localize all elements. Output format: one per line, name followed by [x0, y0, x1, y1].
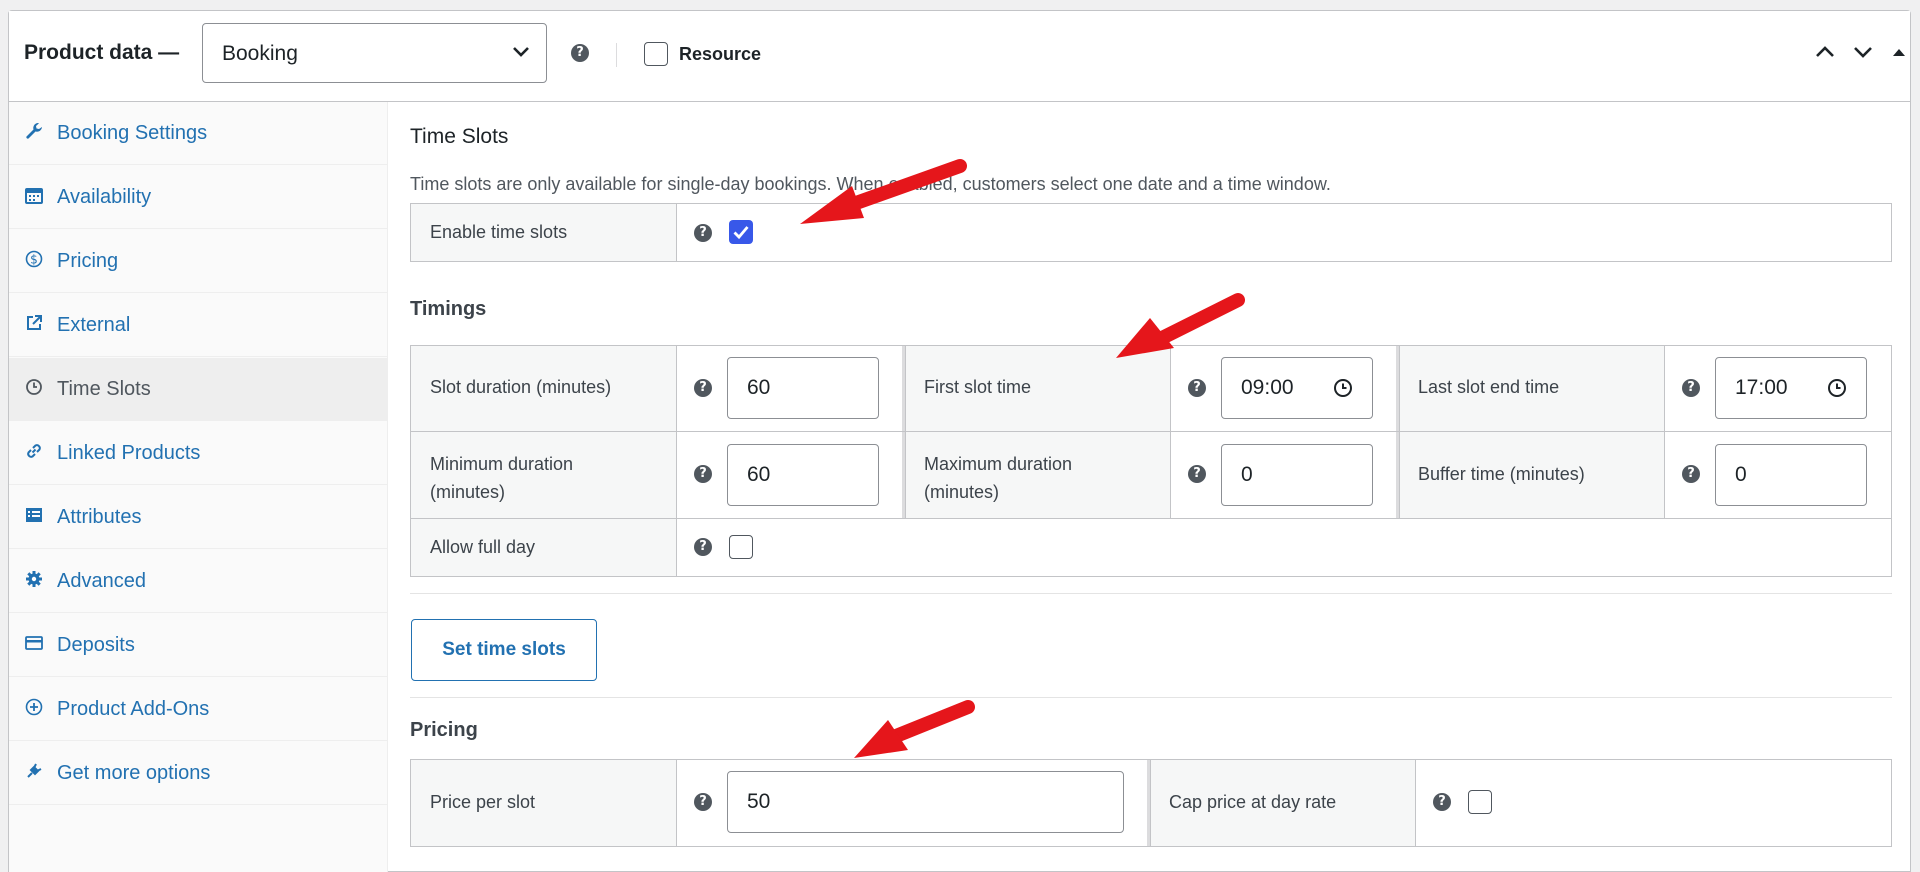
tab-label: Time Slots: [57, 378, 151, 400]
timings-heading: Timings: [410, 298, 487, 320]
minimum-duration-input[interactable]: 60: [727, 444, 879, 506]
move-down-icon[interactable]: [1852, 41, 1874, 63]
last-slot-end-time-input[interactable]: 17:00: [1715, 357, 1867, 419]
tab-label: Get more options: [57, 762, 211, 784]
tab-linked-products[interactable]: Linked Products: [9, 422, 387, 485]
tab-booking-settings[interactable]: Booking Settings: [9, 102, 387, 165]
slot-duration-input[interactable]: 60: [727, 357, 879, 419]
tab-label: Pricing: [57, 250, 119, 272]
calendar-icon: [25, 188, 43, 204]
divider: [410, 697, 1892, 698]
price-per-slot-input[interactable]: 50: [727, 771, 1124, 833]
help-icon[interactable]: ?: [1433, 793, 1451, 811]
tab-product-add-ons[interactable]: Product Add-Ons: [9, 678, 387, 741]
enable-time-slots-row: Enable time slots ?: [410, 203, 1892, 262]
allow-full-day-checkbox[interactable]: [729, 535, 753, 559]
help-icon[interactable]: ?: [694, 465, 712, 483]
last-slot-end-time-label: Last slot end time: [1418, 377, 1560, 397]
annotation-arrow-icon: [800, 159, 967, 224]
tab-label: Product Add-Ons: [57, 698, 210, 720]
external-link-icon: [27, 315, 42, 330]
maximum-duration-label: Maximum duration (minutes): [924, 454, 1073, 502]
plus-circle-icon: [25, 698, 43, 716]
product-data-header: Product data — Booking ? Resource: [9, 11, 1910, 102]
tab-label: Deposits: [57, 634, 135, 656]
link-icon: [27, 444, 41, 458]
annotation-arrow-icon: [854, 700, 975, 758]
minimum-duration-label: Minimum duration (minutes): [430, 454, 574, 502]
help-icon[interactable]: ?: [694, 538, 712, 556]
wrench-icon: [26, 123, 42, 139]
tab-availability[interactable]: Availability: [9, 166, 387, 229]
move-up-icon[interactable]: [1814, 41, 1836, 63]
tab-label: Linked Products: [57, 442, 201, 464]
tab-get-more-options[interactable]: Get more options: [9, 742, 387, 805]
tab-deposits[interactable]: Deposits: [9, 614, 387, 677]
buffer-time-label: Buffer time (minutes): [1418, 464, 1585, 484]
cap-price-label: Cap price at day rate: [1169, 792, 1337, 812]
product-type-select[interactable]: Booking: [202, 23, 547, 83]
chevron-down-icon: [513, 47, 529, 57]
slot-duration-label: Slot duration (minutes): [430, 377, 612, 397]
help-icon[interactable]: ?: [1682, 379, 1700, 397]
pricing-grid: Price per slot ? 50 Cap price at day rat…: [410, 759, 1892, 847]
enable-time-slots-checkbox[interactable]: [729, 220, 753, 244]
help-icon[interactable]: ?: [1188, 379, 1206, 397]
tab-external[interactable]: External: [9, 294, 387, 357]
allow-full-day-label: Allow full day: [430, 537, 536, 557]
clock-icon[interactable]: [1332, 377, 1354, 399]
help-icon[interactable]: ?: [694, 379, 712, 397]
product-type-value: Booking: [222, 42, 298, 65]
price-per-slot-label: Price per slot: [430, 792, 536, 812]
resource-checkbox[interactable]: [644, 42, 668, 66]
collapse-toggle-icon[interactable]: [1891, 41, 1907, 63]
time-slots-heading: Time Slots: [410, 125, 509, 148]
svg-text:$: $: [30, 253, 38, 267]
set-time-slots-button[interactable]: Set time slots: [411, 619, 597, 681]
resource-label: Resource: [679, 44, 762, 64]
tab-label: Booking Settings: [57, 122, 208, 144]
maximum-duration-input[interactable]: 0: [1221, 444, 1373, 506]
divider: [410, 593, 1892, 594]
first-slot-time-label: First slot time: [924, 377, 1032, 397]
product-data-title: Product data —: [24, 41, 180, 64]
tab-pricing[interactable]: $ Pricing: [9, 230, 387, 293]
tab-label: Advanced: [57, 570, 146, 592]
buffer-time-input[interactable]: 0: [1715, 444, 1867, 506]
tab-time-slots[interactable]: Time Slots: [9, 358, 387, 421]
enable-time-slots-label: Enable time slots: [430, 222, 568, 242]
help-icon[interactable]: ?: [571, 44, 589, 62]
list-icon: [26, 508, 42, 522]
dollar-icon: $: [25, 250, 43, 268]
help-icon[interactable]: ?: [694, 224, 712, 242]
cap-price-checkbox[interactable]: [1468, 790, 1492, 814]
help-icon[interactable]: ?: [694, 793, 712, 811]
tab-attributes[interactable]: Attributes: [9, 486, 387, 549]
annotation-arrow-icon: [1116, 293, 1245, 358]
product-data-tabs: Booking Settings Availability $ Pricing …: [9, 102, 388, 872]
help-icon[interactable]: ?: [1188, 465, 1206, 483]
clock-icon[interactable]: [1826, 377, 1848, 399]
tab-label: Attributes: [57, 506, 142, 528]
help-icon[interactable]: ?: [1682, 465, 1700, 483]
tab-advanced[interactable]: Advanced: [9, 550, 387, 613]
card-icon: [25, 636, 43, 650]
checkmark-icon: [733, 226, 749, 240]
plugin-icon: [27, 763, 42, 778]
pricing-heading: Pricing: [410, 719, 478, 741]
timings-grid: Slot duration (minutes) ? 60 First slot …: [410, 345, 1892, 577]
tab-label: External: [57, 314, 131, 336]
tab-label: Availability: [57, 186, 152, 208]
divider: [616, 43, 617, 67]
clock-icon: [26, 379, 42, 395]
gear-icon: [26, 571, 42, 587]
